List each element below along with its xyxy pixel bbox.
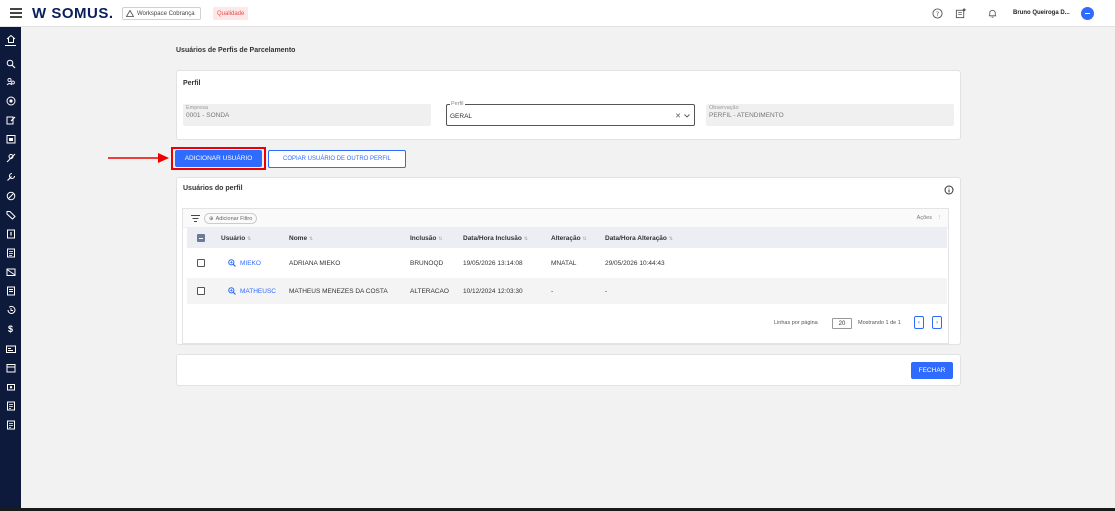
- cell-inclusao: ALTERACAO: [410, 288, 449, 295]
- chevron-right-icon: ›: [936, 319, 938, 326]
- sidebar-divider: [5, 45, 16, 46]
- observacao-value: PERFIL - ATENDIMENTO: [709, 112, 784, 119]
- user-name[interactable]: Bruno Queiroga D...: [1013, 10, 1070, 16]
- footer-card: [176, 354, 961, 386]
- clear-icon[interactable]: ✕: [675, 112, 681, 120]
- empresa-label: Empresa: [186, 105, 209, 111]
- list-icon[interactable]: [5, 285, 16, 296]
- empresa-value: 0001 - SONDA: [186, 112, 230, 119]
- actions-label: Ações: [916, 215, 932, 221]
- column-data-hora-inclusao[interactable]: Data/Hora Inclusão ⇅: [463, 235, 528, 242]
- cell-data-hora-alteracao: 29/05/2026 10:44:43: [605, 260, 665, 267]
- environment-badge: Qualidade: [213, 7, 249, 20]
- calendar-icon[interactable]: [5, 133, 16, 144]
- workspace-icon: [126, 10, 134, 17]
- cell-alteracao: MNATAL: [551, 260, 577, 267]
- sidebar: $: [0, 27, 21, 511]
- select-all-checkbox[interactable]: [197, 234, 205, 242]
- edit-icon[interactable]: [5, 114, 16, 125]
- table-row[interactable]: MATHEUSC MATHEUS MENEZES DA COSTA ALTERA…: [187, 278, 947, 304]
- help-icon[interactable]: ?: [932, 8, 943, 19]
- perfil-value: GERAL: [450, 113, 473, 120]
- observacao-label: Observação: [709, 105, 739, 111]
- next-page-button[interactable]: ›: [932, 316, 942, 329]
- empresa-field: Empresa 0001 - SONDA: [183, 104, 431, 126]
- table-toolbar: ⊕ Adicionar Filtro Ações ⋮: [183, 209, 948, 228]
- perfil-section-title: Perfil: [183, 80, 201, 87]
- page-title: Usuários de Perfis de Parcelamento: [176, 47, 296, 54]
- cell-data-hora-inclusao: 19/05/2026 13:14:08: [463, 260, 523, 267]
- add-filter-button[interactable]: ⊕ Adicionar Filtro: [204, 213, 258, 224]
- select-controls: ✕: [675, 112, 690, 120]
- cell-usuario[interactable]: MIEKO: [240, 260, 261, 267]
- workspace-selector[interactable]: Workspace Cobrança: [122, 7, 201, 20]
- dollar-icon[interactable]: $: [5, 323, 16, 334]
- top-bar: W SOMUS. Workspace Cobrança Qualidade ? …: [0, 0, 1115, 27]
- column-nome[interactable]: Nome ⇅: [289, 235, 313, 242]
- cell-nome: ADRIANA MIEKO: [289, 260, 341, 267]
- rows-per-page-select[interactable]: 20: [832, 318, 852, 329]
- card-icon[interactable]: [5, 343, 16, 354]
- cell-alteracao: -: [551, 288, 554, 295]
- search-icon[interactable]: [5, 58, 16, 69]
- chevron-left-icon: ‹: [918, 319, 920, 326]
- cell-inclusao: BRUNOQD: [410, 260, 444, 267]
- column-usuario[interactable]: Usuário ⇅: [221, 235, 251, 242]
- avatar[interactable]: [1081, 7, 1094, 20]
- add-filter-label: Adicionar Filtro: [215, 215, 253, 222]
- observacao-field: Observação PERFIL - ATENDIMENTO: [706, 104, 954, 126]
- actions-menu[interactable]: Ações ⋮: [917, 215, 942, 221]
- column-data-hora-alteracao[interactable]: Data/Hora Alteração ⇅: [605, 235, 673, 242]
- cell-data-hora-alteracao: -: [605, 288, 608, 295]
- cell-usuario[interactable]: MATHEUSC: [240, 288, 276, 295]
- kebab-icon: ⋮: [936, 215, 943, 221]
- calendar-icon[interactable]: [5, 362, 16, 373]
- prev-page-button[interactable]: ‹: [914, 316, 924, 329]
- bell-icon[interactable]: [987, 8, 998, 19]
- rows-per-page-label: Linhas por página: [774, 320, 818, 326]
- arrow-annotation: [108, 153, 169, 163]
- filter-icon[interactable]: [191, 215, 200, 222]
- add-circle-icon: ⊕: [209, 215, 214, 222]
- perfil-select[interactable]: Perfil GERAL ✕: [446, 101, 695, 126]
- tools-icon[interactable]: [5, 171, 16, 182]
- users-icon[interactable]: [5, 76, 16, 87]
- file-icon[interactable]: [5, 400, 16, 411]
- svg-text:?: ?: [936, 10, 939, 18]
- file-icon[interactable]: [5, 419, 16, 430]
- chevron-down-icon[interactable]: [684, 114, 690, 118]
- info-icon[interactable]: [944, 185, 954, 195]
- column-alteracao[interactable]: Alteração ⇅: [551, 235, 587, 242]
- table-row[interactable]: MIEKO ADRIANA MIEKO BRUNOQD 19/05/2026 1…: [187, 250, 947, 276]
- cell-data-hora-inclusao: 10/12/2024 12:03:30: [463, 288, 523, 295]
- tag-icon[interactable]: [5, 209, 16, 220]
- mail-icon[interactable]: [5, 266, 16, 277]
- zoom-icon[interactable]: [228, 259, 236, 267]
- row-checkbox[interactable]: [197, 259, 205, 267]
- report-icon[interactable]: [5, 247, 16, 258]
- document-icon[interactable]: [5, 228, 16, 239]
- home-icon[interactable]: [5, 33, 16, 44]
- copy-user-button[interactable]: COPIAR USUÁRIO DE OUTRO PERFIL: [268, 150, 406, 168]
- zoom-icon[interactable]: [228, 287, 236, 295]
- menu-icon[interactable]: [10, 8, 22, 18]
- column-inclusao[interactable]: Inclusão ⇅: [410, 235, 442, 242]
- highlight-annotation: [171, 147, 266, 170]
- row-checkbox[interactable]: [197, 287, 205, 295]
- add-circle-icon[interactable]: [5, 95, 16, 106]
- brand-logo: W SOMUS.: [32, 5, 114, 22]
- block-user-icon[interactable]: [5, 152, 16, 163]
- cell-nome: MATHEUS MENEZES DA COSTA: [289, 288, 388, 295]
- users-section-title: Usuários do perfil: [183, 185, 243, 192]
- perfil-label: Perfil: [450, 101, 465, 107]
- tasks-icon[interactable]: [955, 8, 966, 19]
- table-header: Usuário ⇅ Nome ⇅ Inclusão ⇅ Data/Hora In…: [187, 228, 947, 248]
- close-button[interactable]: FECHAR: [911, 362, 953, 379]
- cash-icon[interactable]: [5, 381, 16, 392]
- workspace-label: Workspace Cobrança: [137, 10, 195, 17]
- history-icon[interactable]: [5, 304, 16, 315]
- cancel-icon[interactable]: [5, 190, 16, 201]
- pagination-status: Mostrando 1 de 1: [858, 320, 901, 326]
